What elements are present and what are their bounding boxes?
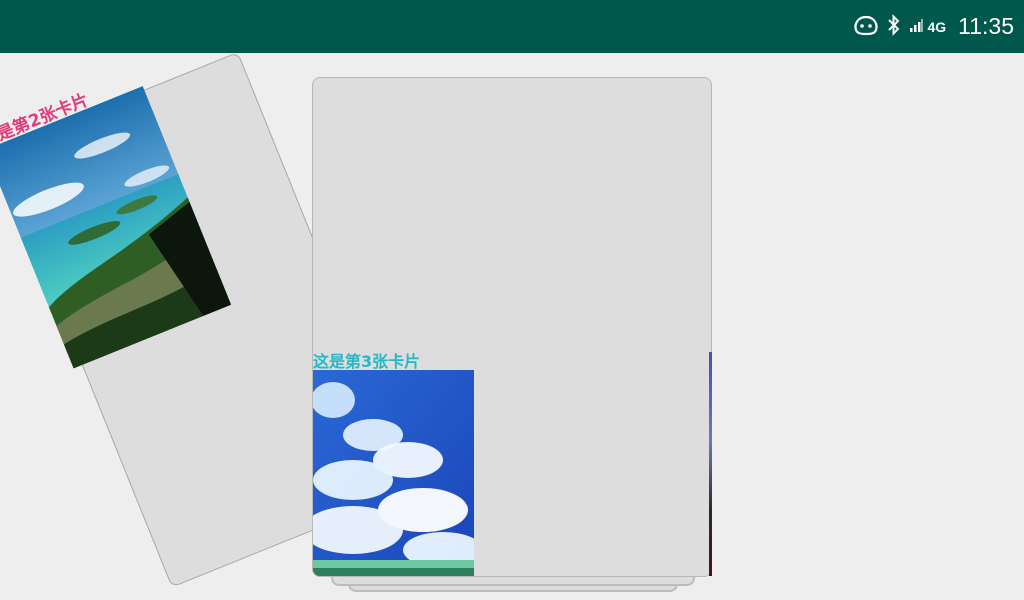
- clock: 11:35: [958, 13, 1014, 39]
- next-card-edge: [709, 352, 712, 576]
- island-coast-photo: [0, 85, 232, 369]
- bluetooth-icon: [887, 13, 901, 40]
- signal-icon: [909, 17, 924, 36]
- blue-sky-clouds-photo: [313, 370, 474, 576]
- network-type: 4G: [927, 18, 947, 35]
- notification-face-icon: [853, 14, 879, 40]
- card-3[interactable]: 这是第3张卡片: [312, 77, 712, 577]
- status-bar: 4G 11:35: [0, 0, 1024, 53]
- card-3-title: 这是第3张卡片: [313, 352, 421, 371]
- status-icons: 4G 11:35: [853, 0, 1014, 53]
